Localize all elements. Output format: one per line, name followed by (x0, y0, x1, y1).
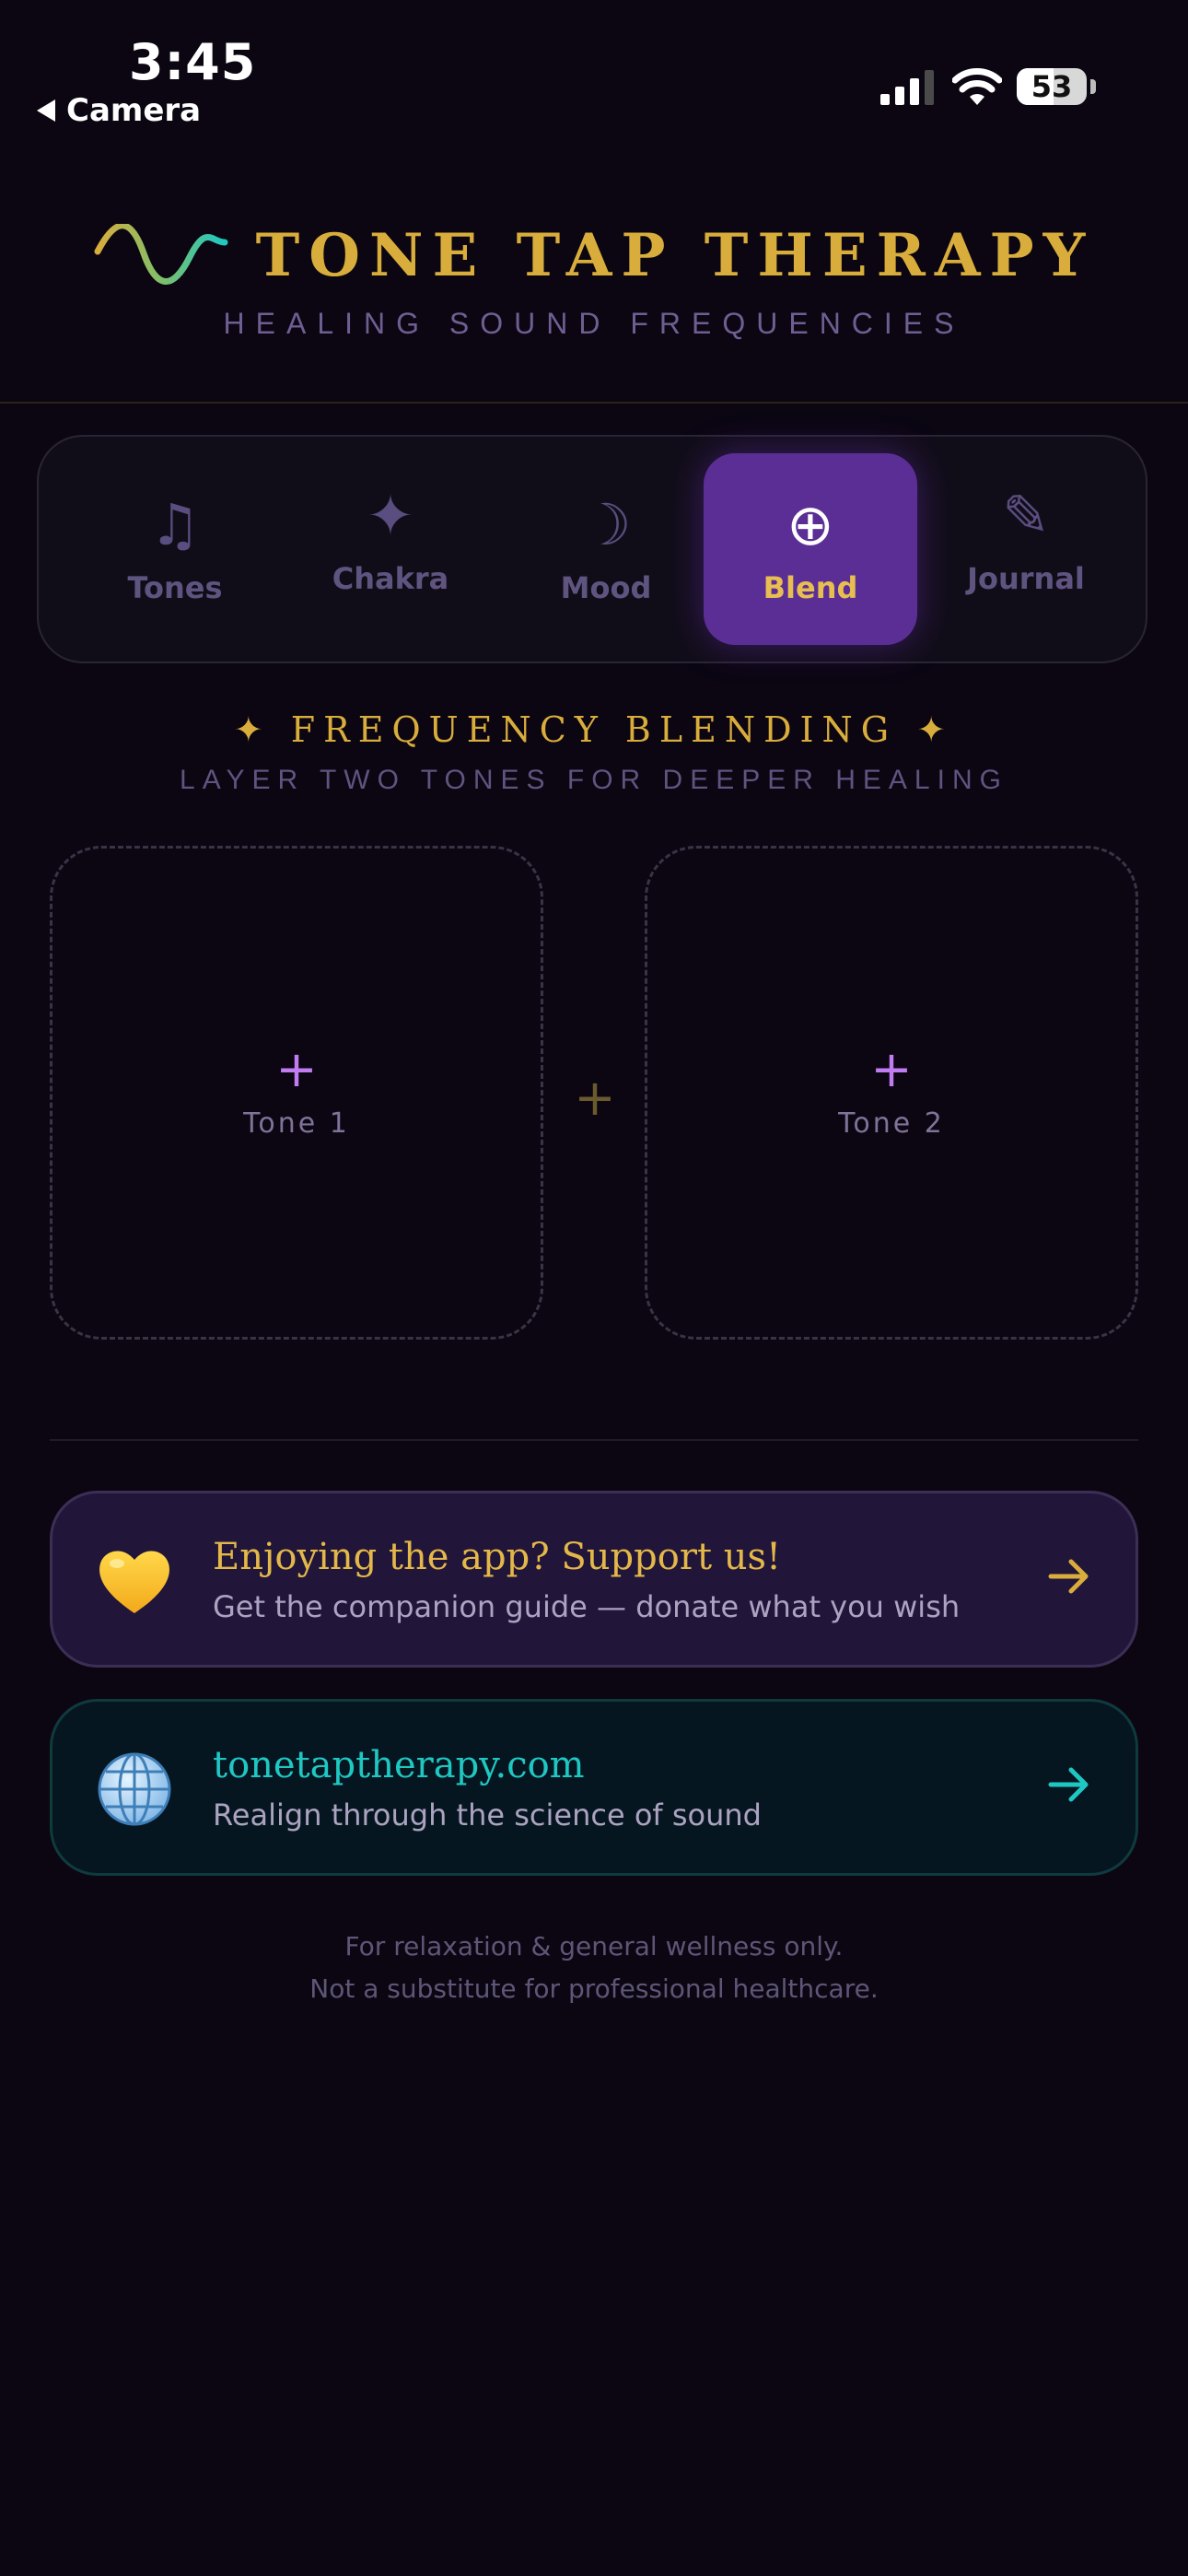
tab-label: Mood (560, 570, 652, 605)
tab-label: Chakra (332, 561, 449, 596)
website-card[interactable]: tonetaptherapy.com Realign through the s… (50, 1699, 1138, 1876)
tab-chakra[interactable]: ✦ Chakra (284, 444, 497, 636)
arrow-right-icon (1048, 1767, 1089, 1802)
status-bar: 3:45 Camera 53 (0, 0, 1188, 147)
support-card[interactable]: Enjoying the app? Support us! Get the co… (50, 1491, 1138, 1668)
battery-nub (1090, 79, 1096, 94)
tab-tones[interactable]: ♫ Tones (68, 453, 282, 645)
yellow-heart-icon (99, 1551, 169, 1613)
tone-2-slot[interactable]: + Tone 2 (645, 846, 1138, 1340)
mode-tab-bar: ♫ Tones ✦ Chakra ☽ Mood ⊕ Blend ✎ Journa… (37, 435, 1147, 663)
plus-circle-icon: ⊕ (786, 491, 834, 558)
arrow-right-icon (1048, 1559, 1089, 1594)
crescent-moon-icon: ☽ (580, 491, 632, 558)
website-card-title: tonetaptherapy.com (213, 1744, 585, 1786)
tab-journal[interactable]: ✎ Journal (919, 444, 1133, 636)
app-header: TONE TAP THERAPY HEALING SOUND FREQUENCI… (0, 221, 1188, 341)
battery-level: 53 (1031, 69, 1073, 104)
wifi-icon (952, 68, 1002, 105)
app-subtitle: HEALING SOUND FREQUENCIES (223, 307, 965, 340)
add-icon: + (275, 1039, 318, 1098)
disclaimer-line-1: For relaxation & general wellness only. (344, 1931, 844, 1961)
globe-icon (98, 1752, 171, 1826)
back-to-camera-link[interactable]: Camera (37, 92, 201, 129)
cellular-signal-icon (880, 70, 934, 105)
support-card-title: Enjoying the app? Support us! (213, 1536, 782, 1578)
tab-blend[interactable]: ⊕ Blend (704, 453, 917, 645)
disclaimer-line-2: Not a substitute for professional health… (309, 1973, 879, 2004)
sparkle-icon: ✦ (367, 482, 414, 549)
tone-2-label: Tone 2 (838, 1107, 945, 1140)
pencil-icon: ✎ (1002, 482, 1050, 549)
tab-label: Tones (127, 570, 223, 605)
title-row: TONE TAP THERAPY (0, 221, 1188, 290)
tone-1-label: Tone 1 (243, 1107, 350, 1140)
section-heading: ✦ FREQUENCY BLENDING ✦ LAYER TWO TONES F… (0, 709, 1188, 796)
website-card-subtitle: Realign through the science of sound (213, 1797, 762, 1832)
tab-label: Blend (763, 570, 858, 605)
support-card-subtitle: Get the companion guide — donate what yo… (213, 1589, 961, 1624)
header-divider (0, 402, 1188, 404)
content-divider (50, 1439, 1138, 1441)
section-title: ✦ FREQUENCY BLENDING ✦ (233, 709, 955, 750)
tab-mood[interactable]: ☽ Mood (499, 453, 713, 645)
section-subtitle: LAYER TWO TONES FOR DEEPER HEALING (180, 765, 1008, 795)
status-time: 3:45 (129, 33, 257, 91)
battery-indicator: 53 (1017, 68, 1087, 105)
music-note-icon: ♫ (149, 491, 201, 558)
disclaimer: For relaxation & general wellness only. … (0, 1926, 1188, 2010)
blend-plus-icon: + (574, 1069, 616, 1127)
sound-wave-icon (94, 223, 228, 285)
back-label: Camera (66, 92, 202, 129)
back-arrow-icon (37, 100, 55, 122)
add-icon: + (870, 1039, 913, 1098)
tab-label: Journal (967, 561, 1085, 596)
tone-1-slot[interactable]: + Tone 1 (50, 846, 543, 1340)
app-title: TONE TAP THERAPY (255, 221, 1095, 290)
